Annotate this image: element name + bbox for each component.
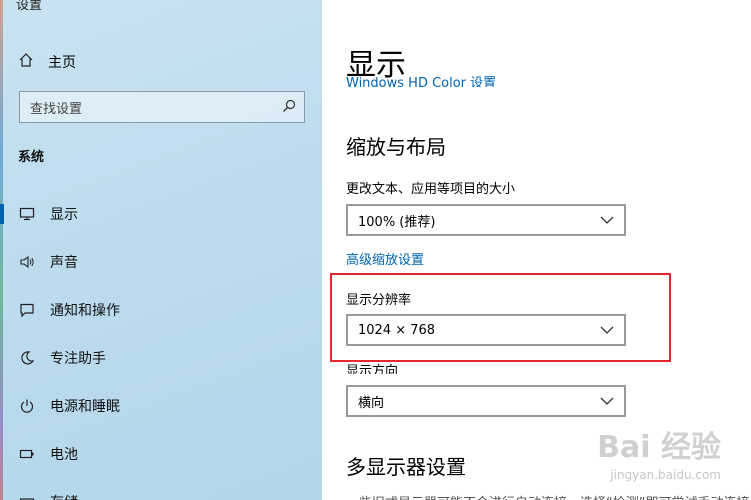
watermark-url: jingyan.baidu.com xyxy=(610,468,721,482)
speaker-icon xyxy=(18,253,36,271)
power-icon xyxy=(18,397,36,415)
search-input[interactable]: 查找设置 xyxy=(19,91,305,123)
scale-layout-heading: 缩放与布局 xyxy=(346,135,446,159)
sidebar-item-label: 声音 xyxy=(50,255,78,271)
sidebar-item-label: 电源和睡眠 xyxy=(50,399,120,415)
orientation-value: 横向 xyxy=(358,395,385,411)
search-placeholder: 查找设置 xyxy=(30,101,83,117)
search-icon[interactable] xyxy=(282,98,296,117)
scale-dropdown[interactable]: 100% (推荐) xyxy=(346,204,626,236)
sidebar-item-sound[interactable]: 声音 xyxy=(0,240,322,284)
sidebar-item-label: 电池 xyxy=(50,447,78,463)
scale-value: 100% (推荐) xyxy=(358,214,436,230)
sidebar-item-label: 专注助手 xyxy=(50,351,106,367)
section-header-system: 系统 xyxy=(18,150,45,165)
orientation-dropdown[interactable]: 横向 xyxy=(346,385,626,417)
home-nav-item[interactable]: 主页 xyxy=(18,52,76,72)
home-label: 主页 xyxy=(48,55,76,71)
resolution-highlight-box xyxy=(330,273,671,362)
battery-icon xyxy=(18,445,36,463)
sidebar-item-notifications[interactable]: 通知和操作 xyxy=(0,288,322,332)
advanced-scaling-link[interactable]: 高级缩放设置 xyxy=(346,249,424,268)
sidebar-item-storage[interactable]: 存储 xyxy=(0,480,322,500)
chevron-down-icon xyxy=(600,213,614,228)
sidebar-item-power[interactable]: 电源和睡眠 xyxy=(0,384,322,428)
home-icon xyxy=(18,52,34,72)
notification-icon xyxy=(18,301,36,319)
sidebar-item-focus-assist[interactable]: 专注助手 xyxy=(0,336,322,380)
multi-display-heading: 多显示器设置 xyxy=(346,455,466,479)
moon-icon xyxy=(18,349,36,367)
window-title: 设置 xyxy=(16,0,43,13)
sidebar: 设置 主页 查找设置 系统 显示 声音 通知和操作 专注助手 电源和睡眠 电池 xyxy=(0,0,322,500)
scale-label: 更改文本、应用等项目的大小 xyxy=(346,182,516,197)
hd-color-settings-link[interactable]: Windows HD Color 设置 xyxy=(346,73,496,87)
watermark-brand: Bai 经验 xyxy=(597,430,721,465)
sidebar-item-label: 存储 xyxy=(50,492,78,500)
chevron-down-icon xyxy=(600,394,614,409)
sidebar-item-label: 显示 xyxy=(50,207,78,223)
monitor-icon xyxy=(18,205,36,223)
multi-display-description: 一些旧式显示器可能不会进行自动连接，选择“检测”即可尝试手动连接。 xyxy=(346,492,751,500)
orientation-label: 显示方向 xyxy=(346,364,399,374)
storage-icon xyxy=(18,493,36,500)
sidebar-item-display[interactable]: 显示 xyxy=(0,192,322,236)
sidebar-item-battery[interactable]: 电池 xyxy=(0,432,322,476)
sidebar-item-label: 通知和操作 xyxy=(50,303,120,319)
watermark: Bai 经验 jingyan.baidu.com xyxy=(597,422,721,482)
